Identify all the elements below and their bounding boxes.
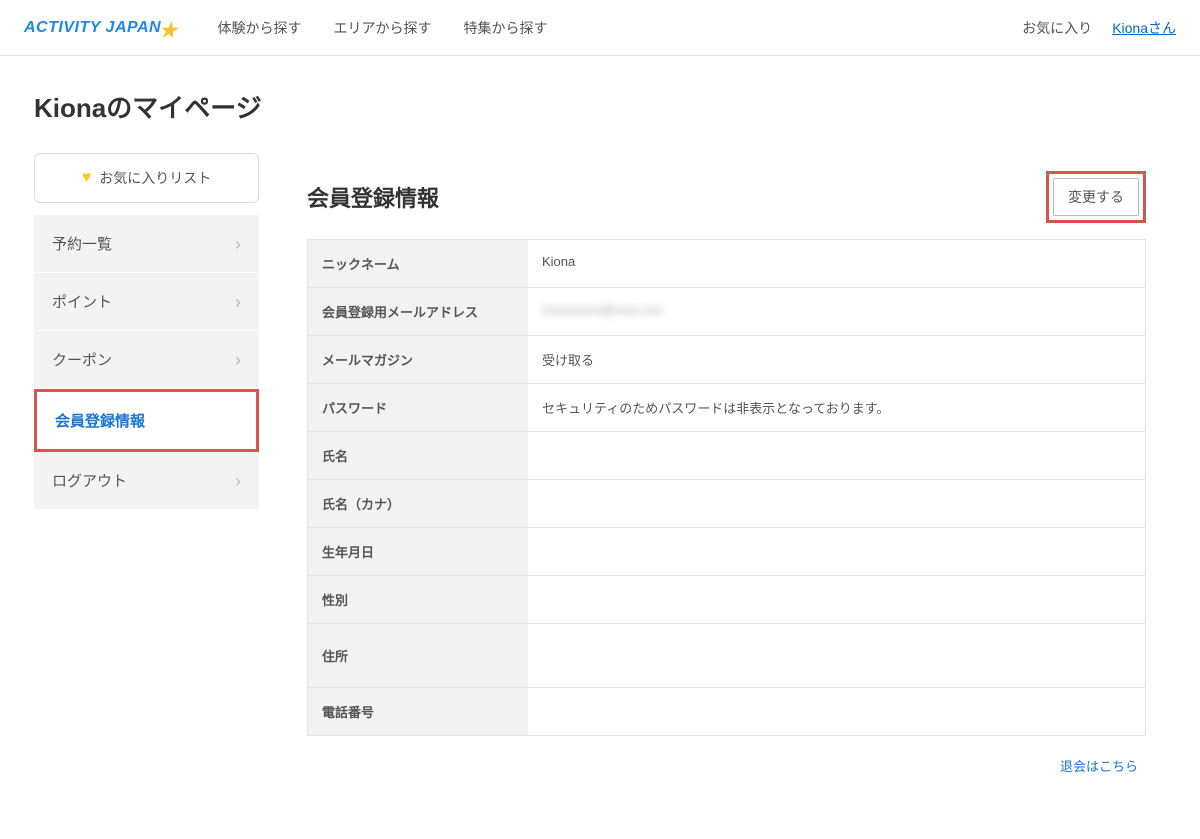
main-nav: 体験から探す エリアから探す 特集から探す [218, 18, 548, 38]
row-label-email: 会員登録用メールアドレス [308, 288, 528, 335]
row-label-address: 住所 [308, 624, 528, 687]
row-value-nickname: Kiona [528, 240, 1145, 287]
table-row: 氏名 [308, 432, 1145, 480]
row-label-birthdate: 生年月日 [308, 528, 528, 575]
table-row: 会員登録用メールアドレス xxxxxxxxx@xxxx.xxx [308, 288, 1145, 336]
section-title: 会員登録情報 [307, 181, 439, 213]
table-row: 性別 [308, 576, 1145, 624]
row-value-gender [528, 576, 1145, 623]
favorites-link[interactable]: お気に入り [1022, 18, 1092, 38]
table-row: 氏名（カナ） [308, 480, 1145, 528]
account-info-table: ニックネーム Kiona 会員登録用メールアドレス xxxxxxxxx@xxxx… [307, 239, 1146, 736]
sidebar-item-label: ポイント [52, 291, 112, 312]
table-row: 電話番号 [308, 688, 1145, 736]
table-row: ニックネーム Kiona [308, 240, 1145, 288]
sidebar-item-logout[interactable]: ログアウト › [34, 452, 259, 510]
sidebar-item-reservations[interactable]: 予約一覧 › [34, 215, 259, 273]
row-label-nickname: ニックネーム [308, 240, 528, 287]
header-right: お気に入り Kionaさん [1022, 18, 1176, 38]
row-label-name: 氏名 [308, 432, 528, 479]
favorite-list-button[interactable]: ♥ お気に入りリスト [34, 153, 259, 203]
sidebar: ♥ お気に入りリスト 予約一覧 › ポイント › クーポン › 会員登録情報 ロ… [34, 153, 259, 510]
logo[interactable]: ACTIVITY JAPAN ★ [24, 12, 178, 43]
table-row: メールマガジン 受け取る [308, 336, 1145, 384]
change-button[interactable]: 変更する [1053, 178, 1139, 216]
row-label-phone: 電話番号 [308, 688, 528, 735]
sidebar-item-label: クーポン [52, 349, 112, 370]
chevron-right-icon: › [235, 351, 241, 369]
nav-search-by-area[interactable]: エリアから探す [334, 18, 432, 38]
row-value-email: xxxxxxxxx@xxxx.xxx [528, 288, 1145, 335]
sidebar-item-label: 予約一覧 [52, 233, 112, 254]
sidebar-item-points[interactable]: ポイント › [34, 273, 259, 331]
chevron-right-icon: › [235, 235, 241, 253]
row-value-phone [528, 688, 1145, 735]
row-label-name-kana: 氏名（カナ） [308, 480, 528, 527]
favorite-list-label: お気に入りリスト [99, 168, 211, 188]
nav-search-by-experience[interactable]: 体験から探す [218, 18, 302, 38]
row-value-name [528, 432, 1145, 479]
heart-icon: ♥ [82, 169, 92, 187]
sidebar-item-account-info[interactable]: 会員登録情報 [34, 389, 259, 452]
row-value-password: セキュリティのためパスワードは非表示となっております。 [528, 384, 1145, 431]
table-row: 生年月日 [308, 528, 1145, 576]
row-value-birthdate [528, 528, 1145, 575]
withdraw-link[interactable]: 退会はこちら [1060, 759, 1138, 774]
row-value-newsletter: 受け取る [528, 336, 1145, 383]
global-header: ACTIVITY JAPAN ★ 体験から探す エリアから探す 特集から探す お… [0, 0, 1200, 56]
page-title: Kionaのマイページ [34, 88, 1166, 125]
table-row: パスワード セキュリティのためパスワードは非表示となっております。 [308, 384, 1145, 432]
star-icon: ★ [159, 18, 177, 43]
chevron-right-icon: › [235, 472, 241, 490]
nav-search-by-feature[interactable]: 特集から探す [464, 18, 548, 38]
sidebar-item-label: 会員登録情報 [55, 410, 145, 431]
logo-text: ACTIVITY JAPAN [24, 19, 161, 37]
row-value-address [528, 624, 1145, 687]
sidebar-item-coupons[interactable]: クーポン › [34, 331, 259, 389]
main-content: 会員登録情報 変更する ニックネーム Kiona 会員登録用メールアドレス xx… [287, 153, 1166, 815]
row-label-gender: 性別 [308, 576, 528, 623]
chevron-right-icon: › [235, 293, 241, 311]
table-row: 住所 [308, 624, 1145, 688]
row-value-name-kana [528, 480, 1145, 527]
row-label-password: パスワード [308, 384, 528, 431]
change-button-highlight: 変更する [1046, 171, 1146, 223]
user-link[interactable]: Kionaさん [1112, 18, 1176, 38]
row-label-newsletter: メールマガジン [308, 336, 528, 383]
sidebar-item-label: ログアウト [52, 470, 127, 491]
